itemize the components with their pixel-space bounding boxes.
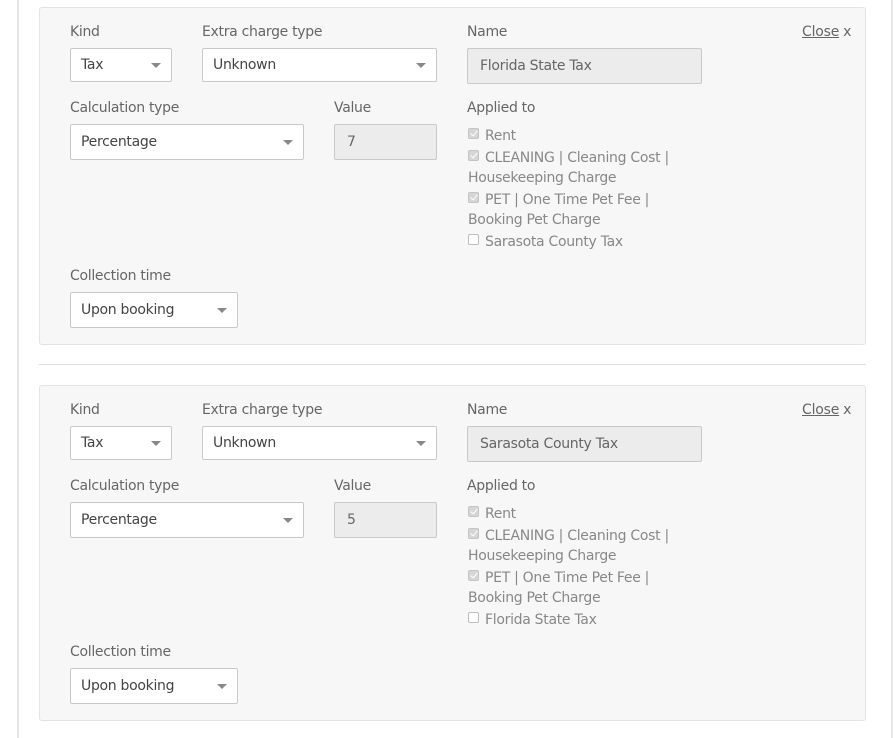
extra-charge-type-select[interactable]: Unknown [202, 48, 437, 82]
divider [39, 364, 866, 365]
checkbox-checked[interactable] [468, 506, 479, 517]
applied-to-option-label: CLEANING | Cleaning Cost | [485, 528, 669, 544]
checkbox-checked[interactable] [468, 128, 479, 139]
value-field[interactable]: 5 [334, 502, 437, 538]
value-label: Value [334, 100, 371, 116]
fee-card: Close x Kind Tax Extra charge type Unknow… [39, 385, 866, 721]
kind-select-value: Tax [81, 57, 104, 73]
chevron-down-icon [151, 63, 161, 68]
chevron-down-icon [217, 308, 227, 313]
close-button[interactable]: Close x [802, 24, 851, 40]
extra-charge-type-select[interactable]: Unknown [202, 426, 437, 460]
collection-time-value: Upon booking [81, 302, 175, 318]
applied-to-option-label: Sarasota County Tax [485, 234, 623, 250]
name-field-value: Florida State Tax [480, 58, 592, 74]
chevron-down-icon [151, 441, 161, 446]
checkbox-checked[interactable] [468, 192, 479, 203]
extra-charge-type-label: Extra charge type [202, 24, 323, 40]
checkbox-checked[interactable] [468, 570, 479, 581]
collection-time-select[interactable]: Upon booking [70, 292, 238, 328]
applied-to-label: Applied to [467, 100, 536, 116]
name-label: Name [467, 402, 508, 418]
kind-select-value: Tax [81, 435, 104, 451]
applied-to-option-label: CLEANING | Cleaning Cost | [485, 150, 669, 166]
applied-to-option[interactable]: Sarasota County Tax [468, 232, 623, 252]
applied-to-option[interactable]: Florida State Tax [468, 610, 597, 630]
applied-to-option-label-cont: Housekeeping Charge [468, 548, 617, 564]
value-field[interactable]: 7 [334, 124, 437, 160]
extra-charge-type-value: Unknown [213, 435, 276, 451]
calculation-type-value: Percentage [81, 134, 157, 150]
fee-card: Close x Kind Tax Extra charge type Unknow… [39, 7, 866, 345]
applied-to-option-label: Rent [485, 128, 516, 144]
applied-to-option[interactable]: PET | One Time Pet Fee | [468, 568, 649, 588]
name-field[interactable]: Sarasota County Tax [467, 426, 702, 462]
collection-time-value: Upon booking [81, 678, 175, 694]
calculation-type-value: Percentage [81, 512, 157, 528]
chevron-down-icon [217, 684, 227, 689]
close-x-icon[interactable]: x [843, 24, 851, 40]
applied-to-option[interactable]: CLEANING | Cleaning Cost | [468, 526, 669, 546]
applied-to-option[interactable]: Rent [468, 504, 516, 524]
applied-to-option-label: PET | One Time Pet Fee | [485, 570, 650, 586]
checkbox-unchecked[interactable] [468, 612, 479, 623]
close-x-icon[interactable]: x [843, 402, 851, 418]
value-field-value: 5 [347, 512, 356, 528]
name-field[interactable]: Florida State Tax [467, 48, 702, 84]
extra-charge-type-value: Unknown [213, 57, 276, 73]
kind-select[interactable]: Tax [70, 48, 172, 82]
chevron-down-icon [283, 140, 293, 145]
applied-to-option-label: Rent [485, 506, 516, 522]
applied-to-option-label: Florida State Tax [485, 612, 597, 628]
calculation-type-select[interactable]: Percentage [70, 502, 304, 538]
applied-to-option-label: PET | One Time Pet Fee | [485, 192, 650, 208]
chevron-down-icon [283, 518, 293, 523]
chevron-down-icon [416, 63, 426, 68]
name-field-value: Sarasota County Tax [480, 436, 618, 452]
checkbox-checked[interactable] [468, 528, 479, 539]
name-label: Name [467, 24, 508, 40]
applied-to-option[interactable]: Rent [468, 126, 516, 146]
applied-to-label: Applied to [467, 478, 536, 494]
value-field-value: 7 [347, 134, 356, 150]
collection-time-label: Collection time [70, 268, 171, 284]
close-link[interactable]: Close [802, 402, 839, 418]
extra-charge-type-label: Extra charge type [202, 402, 323, 418]
applied-to-option[interactable]: PET | One Time Pet Fee | [468, 190, 649, 210]
calculation-type-label: Calculation type [70, 478, 180, 494]
applied-to-option-label-cont: Booking Pet Charge [468, 590, 601, 606]
kind-label: Kind [70, 24, 100, 40]
close-button[interactable]: Close x [802, 402, 851, 418]
value-label: Value [334, 478, 371, 494]
chevron-down-icon [416, 441, 426, 446]
checkbox-checked[interactable] [468, 150, 479, 161]
applied-to-option-label-cont: Booking Pet Charge [468, 212, 601, 228]
calculation-type-select[interactable]: Percentage [70, 124, 304, 160]
applied-to-option-label-cont: Housekeeping Charge [468, 170, 617, 186]
kind-select[interactable]: Tax [70, 426, 172, 460]
collection-time-select[interactable]: Upon booking [70, 668, 238, 704]
applied-to-option[interactable]: CLEANING | Cleaning Cost | [468, 148, 669, 168]
kind-label: Kind [70, 402, 100, 418]
close-link[interactable]: Close [802, 24, 839, 40]
checkbox-unchecked[interactable] [468, 234, 479, 245]
calculation-type-label: Calculation type [70, 100, 180, 116]
collection-time-label: Collection time [70, 644, 171, 660]
